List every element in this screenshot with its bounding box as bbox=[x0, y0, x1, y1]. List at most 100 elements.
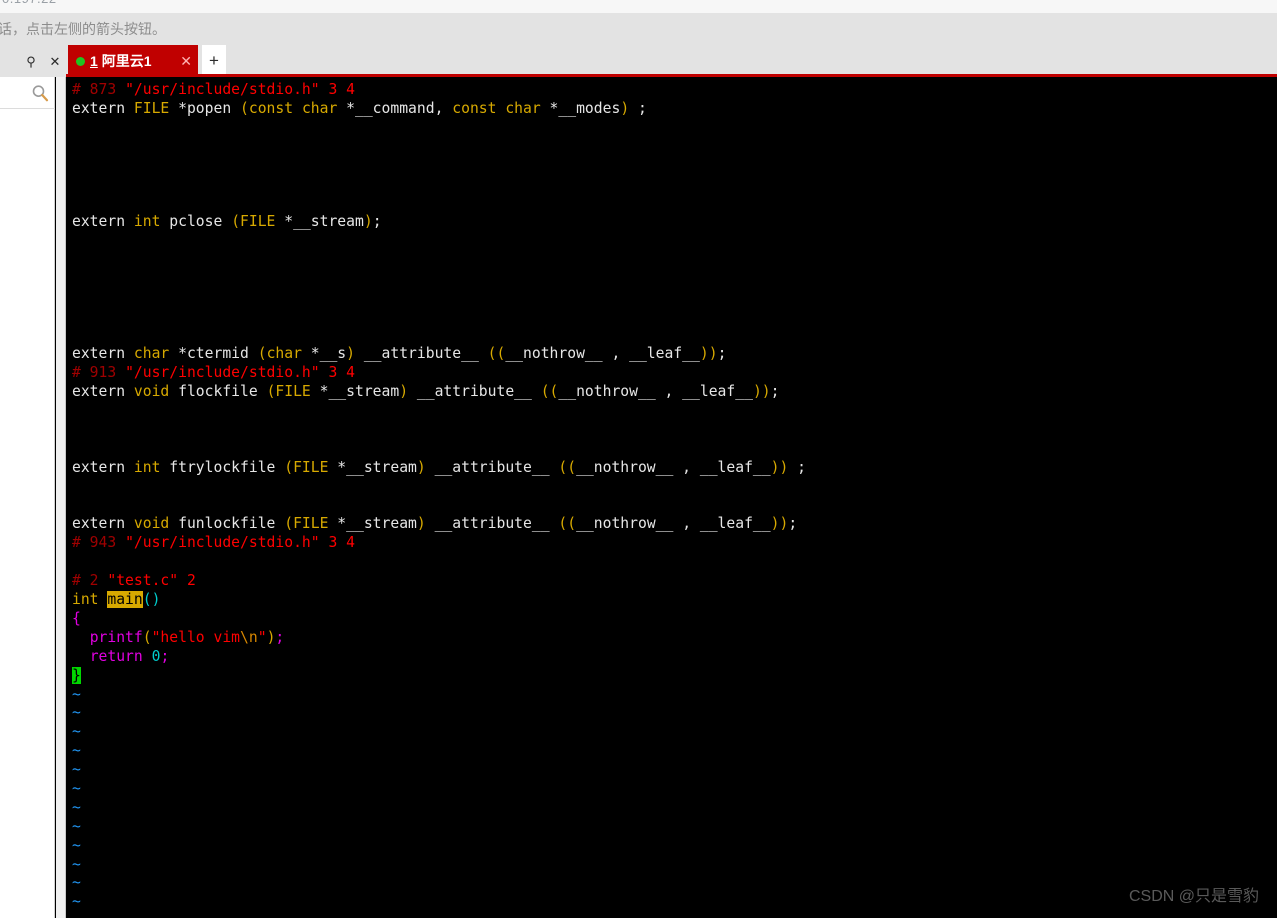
code-token: *ctermid bbox=[169, 345, 258, 363]
terminal-line: ~ bbox=[66, 742, 1277, 761]
terminal-vim-buffer[interactable]: # 873 "/usr/include/stdio.h" 3 4 extern F… bbox=[66, 77, 1277, 918]
terminal-line: # 873 "/usr/include/stdio.h" 3 4 bbox=[66, 81, 1277, 100]
code-token: ~ bbox=[72, 893, 81, 911]
terminal-line: ~ bbox=[66, 799, 1277, 818]
code-token: FILE bbox=[133, 99, 170, 117]
code-token: int bbox=[72, 591, 99, 609]
code-token: ( bbox=[240, 99, 249, 117]
code-token: ~ bbox=[72, 912, 81, 918]
top-cut-strip: 0.197.22 bbox=[0, 0, 1277, 13]
code-token: 3 4 bbox=[319, 364, 355, 382]
code-token: *__stream bbox=[310, 383, 400, 401]
code-token: const bbox=[248, 99, 294, 117]
code-token: 3 4 bbox=[319, 534, 355, 552]
window-controls: ⚲ ✕ bbox=[24, 45, 62, 77]
left-sidebar-panel bbox=[0, 77, 55, 918]
code-token: # 943 bbox=[72, 534, 126, 552]
code-token: ) bbox=[399, 383, 409, 401]
code-token: ; bbox=[788, 458, 806, 476]
code-token: ( bbox=[257, 345, 267, 363]
code-token: } bbox=[72, 666, 81, 684]
code-token: *__stream bbox=[328, 458, 417, 476]
code-token: pclose bbox=[160, 213, 232, 231]
code-token: *__stream bbox=[275, 213, 364, 231]
code-token: FILE bbox=[293, 515, 329, 533]
code-token: ; bbox=[770, 383, 780, 401]
code-token: *__stream bbox=[328, 515, 417, 533]
code-token: funlockfile bbox=[169, 515, 285, 533]
tab-close-icon[interactable]: ✕ bbox=[180, 54, 192, 68]
code-token: ( bbox=[142, 628, 152, 646]
code-token: ~ bbox=[72, 817, 81, 835]
code-token: " bbox=[257, 628, 267, 646]
code-token: \n bbox=[240, 628, 258, 646]
new-tab-button[interactable]: + bbox=[202, 45, 226, 76]
code-token: "test.c" bbox=[107, 572, 179, 590]
terminal-line: ~ bbox=[66, 704, 1277, 723]
code-token: main bbox=[107, 591, 143, 609]
code-token: extern bbox=[72, 213, 134, 231]
code-token: ~ bbox=[72, 836, 81, 854]
terminal-line: ~ bbox=[66, 818, 1277, 837]
terminal-line: } bbox=[66, 666, 1277, 686]
sidebar-search-cell[interactable] bbox=[0, 77, 55, 109]
code-token: FILE bbox=[275, 383, 311, 401]
code-token: __nothrow__ , __leaf__ bbox=[576, 458, 771, 476]
close-icon[interactable]: ✕ bbox=[48, 53, 62, 69]
code-token: ~ bbox=[72, 798, 81, 816]
code-token: FILE bbox=[293, 458, 329, 476]
terminal-line: ~ bbox=[66, 780, 1277, 799]
code-token: void bbox=[133, 515, 170, 533]
code-token: __attribute__ bbox=[425, 458, 559, 476]
code-token: "hello vim bbox=[151, 628, 241, 646]
terminal-line: extern int pclose (FILE *__stream); bbox=[66, 213, 1277, 232]
code-token: printf bbox=[89, 628, 143, 646]
csdn-watermark: CSDN @只是雪豹 bbox=[1128, 888, 1259, 905]
code-token: ( bbox=[284, 458, 294, 476]
code-token: ; bbox=[372, 213, 382, 231]
pin-icon[interactable]: ⚲ bbox=[24, 53, 38, 69]
terminal-line: # 943 "/usr/include/stdio.h" 3 4 bbox=[66, 534, 1277, 553]
code-token: FILE bbox=[240, 213, 276, 231]
code-token: const bbox=[452, 99, 497, 117]
terminal-line: ~ bbox=[66, 856, 1277, 875]
code-token: ~ bbox=[72, 723, 81, 741]
code-token: ; bbox=[629, 99, 647, 117]
code-token: (( bbox=[540, 383, 559, 401]
code-token: ~ bbox=[72, 855, 81, 873]
terminal-line: ~ bbox=[66, 893, 1277, 912]
code-token: char bbox=[505, 99, 541, 117]
code-token: ( bbox=[284, 515, 294, 533]
tab-aliyun-1[interactable]: 1 阿里云1 ✕ bbox=[68, 45, 198, 77]
code-token: 3 4 bbox=[319, 81, 355, 98]
terminal-line: ~ bbox=[66, 874, 1277, 893]
code-token: __nothrow__ , __leaf__ bbox=[576, 515, 771, 533]
code-token: ) bbox=[620, 99, 630, 117]
code-token: ftrylockfile bbox=[160, 458, 285, 476]
code-token: __attribute__ bbox=[408, 383, 541, 401]
tab-strip: ⚲ ✕ 1 阿里云1 ✕ + bbox=[0, 45, 1277, 77]
code-token: ~ bbox=[72, 874, 81, 892]
code-token: () bbox=[142, 591, 161, 609]
code-token: char bbox=[133, 345, 170, 363]
code-token: "/usr/include/stdio.h" bbox=[125, 81, 320, 98]
search-icon[interactable] bbox=[31, 84, 49, 102]
code-token: ~ bbox=[72, 742, 81, 760]
code-token: *__modes bbox=[540, 99, 621, 117]
